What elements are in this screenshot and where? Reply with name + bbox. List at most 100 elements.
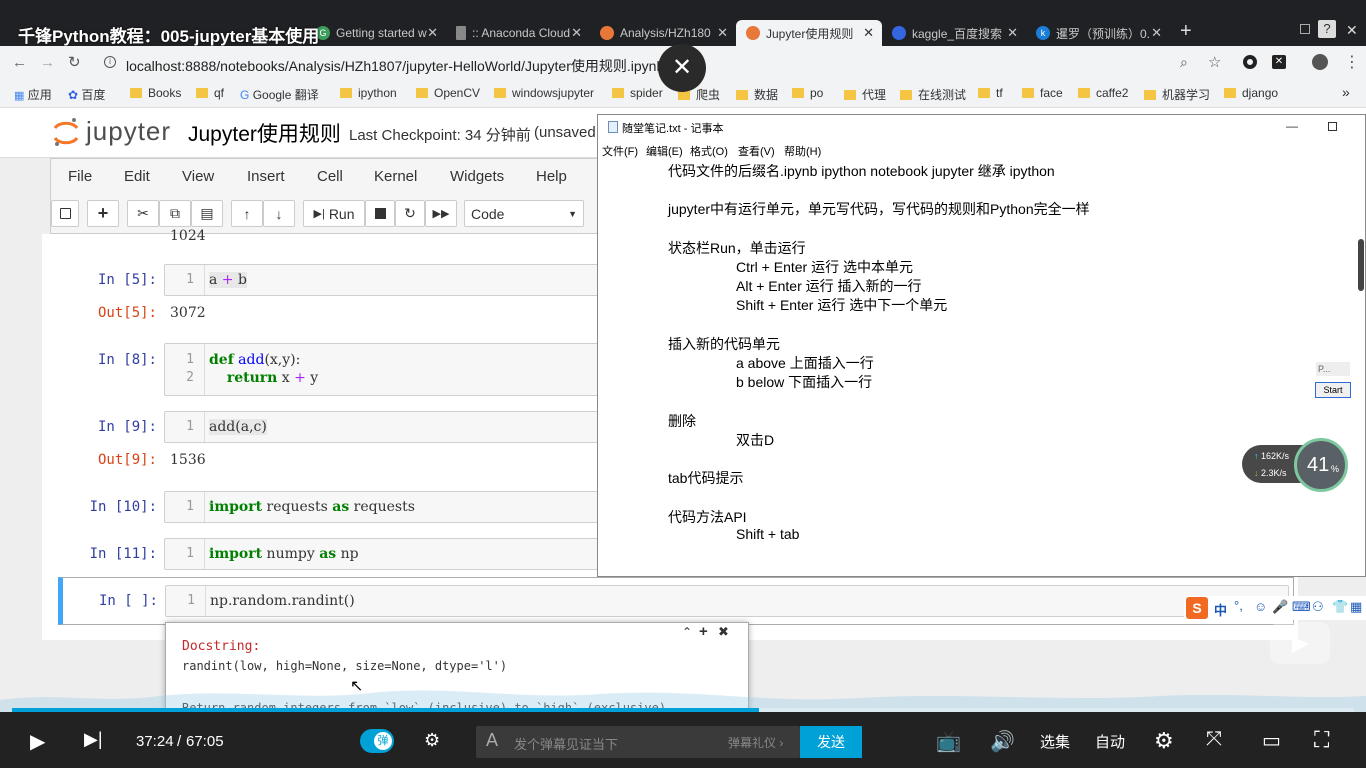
text-style-icon[interactable]: A xyxy=(486,730,498,751)
next-icon[interactable]: ▶| xyxy=(84,729,103,750)
danmaku-input[interactable]: A 发个弹幕见证当下 弹幕礼仪 › xyxy=(476,726,800,758)
user-icon[interactable]: ⚇ xyxy=(1312,599,1324,615)
extension-x-icon[interactable]: ✕ xyxy=(1272,55,1286,69)
toolbox-icon[interactable]: ▦ xyxy=(1350,599,1362,615)
insert-cell-button[interactable]: + xyxy=(87,200,119,227)
menu-file[interactable]: File xyxy=(68,168,92,185)
menu-insert[interactable]: Insert xyxy=(247,168,285,185)
close-overlay-button[interactable]: ✕ xyxy=(658,44,706,92)
save-button[interactable] xyxy=(51,200,79,227)
tab-kaggle-siamese[interactable]: k 暹罗（预训练）0. ✕ xyxy=(1026,20,1170,46)
minimize-icon[interactable]: — xyxy=(1286,119,1298,133)
play-overlay-button[interactable]: ▶ xyxy=(1270,622,1330,664)
bookmark-proxy[interactable]: 代理 xyxy=(844,86,886,103)
widescreen-icon[interactable]: ▭ xyxy=(1262,728,1281,753)
menu-cell[interactable]: Cell xyxy=(317,168,343,185)
play-icon[interactable]: ▶ xyxy=(30,729,45,754)
scrollbar-thumb[interactable] xyxy=(1358,239,1364,291)
reload-icon[interactable]: ↻ xyxy=(68,53,81,71)
profile-avatar-icon[interactable] xyxy=(1312,54,1328,70)
menu-kernel[interactable]: Kernel xyxy=(374,168,417,185)
restore-icon[interactable] xyxy=(1300,24,1310,34)
pip-off-icon[interactable]: ⤧ xyxy=(1206,728,1222,751)
sogou-logo-icon[interactable]: S xyxy=(1186,597,1208,619)
close-icon[interactable]: ✕ xyxy=(863,25,874,41)
bookmark-qf[interactable]: qf xyxy=(196,86,224,100)
punctuation-icon[interactable]: °, xyxy=(1234,598,1243,613)
memory-usage-ring[interactable]: 41 % xyxy=(1294,438,1348,492)
jupyter-logo-text[interactable]: jupyter xyxy=(86,116,171,147)
notepad-menu-edit[interactable]: 编辑(E) xyxy=(646,143,683,159)
menu-kebab-icon[interactable]: ⋮ xyxy=(1344,52,1360,72)
move-down-button[interactable]: ↓ xyxy=(263,200,295,227)
maximize-icon[interactable] xyxy=(1328,122,1337,131)
microphone-icon[interactable]: 🎤 xyxy=(1272,599,1288,615)
bookmark-caffe2[interactable]: caffe2 xyxy=(1078,86,1128,100)
bookmark-online-test[interactable]: 在线测试 xyxy=(900,86,966,103)
bookmark-star-icon[interactable]: ☆ xyxy=(1208,53,1221,71)
bookmark-tf[interactable]: tf xyxy=(978,86,1003,100)
menu-view[interactable]: View xyxy=(182,168,214,185)
close-icon[interactable]: ✕ xyxy=(571,25,582,41)
bookmark-django[interactable]: django xyxy=(1224,86,1278,100)
emoji-icon[interactable]: ☺ xyxy=(1254,599,1267,614)
tab-getting-started[interactable]: G Getting started w ✕ xyxy=(306,20,446,46)
auto-button[interactable]: 自动 xyxy=(1095,731,1125,752)
plus-icon[interactable]: + xyxy=(699,623,708,640)
bookmarks-overflow[interactable]: » xyxy=(1342,84,1350,100)
keyboard-icon[interactable]: ⌨ xyxy=(1292,599,1311,615)
menu-help[interactable]: Help xyxy=(536,168,567,185)
bookmark-po[interactable]: po xyxy=(792,86,823,100)
tab-anaconda[interactable]: :: Anaconda Cloud ✕ xyxy=(446,20,590,46)
tab-kaggle[interactable]: kaggle_百度搜索 ✕ xyxy=(882,20,1026,46)
restart-button[interactable]: ↻ xyxy=(395,200,425,227)
close-icon[interactable]: ✖ xyxy=(718,624,729,640)
episodes-button[interactable]: 选集 xyxy=(1040,731,1070,752)
bookmark-opencv[interactable]: OpenCV xyxy=(416,86,480,100)
skin-icon[interactable]: 👕 xyxy=(1332,599,1348,615)
cell-type-select[interactable]: Code ▼ xyxy=(464,200,584,227)
close-icon[interactable]: ✕ xyxy=(427,25,438,41)
bookmark-face[interactable]: face xyxy=(1022,86,1063,100)
notepad-menu-help[interactable]: 帮助(H) xyxy=(784,143,821,159)
volume-icon[interactable]: 🔊 xyxy=(990,729,1015,754)
bookmark-google-translate[interactable]: G Google 翻译 xyxy=(240,86,319,103)
notepad-menu-view[interactable]: 查看(V) xyxy=(738,143,775,159)
cut-button[interactable]: ✂ xyxy=(127,200,159,227)
close-icon[interactable]: ✕ xyxy=(1151,25,1162,41)
bookmark-baidu[interactable]: ✿ 百度 xyxy=(68,86,105,103)
notebook-name[interactable]: Jupyter使用规则 xyxy=(188,118,341,148)
ime-mode[interactable]: 中 xyxy=(1214,600,1227,619)
bilibili-tv-icon[interactable]: 📺 xyxy=(936,729,961,754)
tab-analysis[interactable]: Analysis/HZh180 ✕ xyxy=(590,20,736,46)
bookmark-apps[interactable]: ▦ 应用 xyxy=(14,86,52,103)
info-icon[interactable]: i xyxy=(104,56,116,68)
help-icon[interactable]: ? xyxy=(1318,20,1336,38)
close-icon[interactable]: ✕ xyxy=(717,25,728,41)
danmaku-etiquette-link[interactable]: 弹幕礼仪 › xyxy=(728,734,783,751)
start-button[interactable]: Start xyxy=(1315,382,1351,398)
bookmark-spider[interactable]: spider xyxy=(612,86,663,100)
selected-cell[interactable]: In [ ]: 1 np.random.randint() xyxy=(58,577,1294,625)
run-button[interactable]: ▶| Run xyxy=(303,200,365,227)
danmaku-settings-icon[interactable]: ⚙ xyxy=(424,730,440,751)
close-window-icon[interactable]: ✕ xyxy=(1346,22,1358,39)
code-line[interactable]: np.random.randint() xyxy=(210,593,355,609)
move-up-button[interactable]: ↑ xyxy=(231,200,263,227)
forward-icon[interactable]: → xyxy=(40,54,55,71)
zoom-icon[interactable]: ⌕ xyxy=(1180,54,1188,71)
notepad-text-area[interactable]: 代码文件的后缀名.ipynb ipython notebook jupyter … xyxy=(598,159,1365,576)
notepad-menu-file[interactable]: 文件(F) xyxy=(602,143,638,159)
new-tab-button[interactable]: + xyxy=(1180,20,1192,43)
restart-run-all-button[interactable]: ▶▶ xyxy=(425,200,457,227)
notepad-menu-format[interactable]: 格式(O) xyxy=(690,143,728,159)
bookmark-machine-learning[interactable]: 机器学习 xyxy=(1144,86,1210,103)
send-button[interactable]: 发送 xyxy=(800,726,862,758)
extension-icon[interactable] xyxy=(1243,55,1257,69)
danmaku-toggle[interactable]: 弹 xyxy=(360,729,394,753)
interrupt-button[interactable] xyxy=(365,200,395,227)
settings-gear-icon[interactable]: ⚙ xyxy=(1154,728,1174,754)
bookmark-ipython[interactable]: ipython xyxy=(340,86,397,100)
tab-jupyter-rules[interactable]: Jupyter使用规则 ✕ xyxy=(736,20,882,46)
copy-button[interactable]: ⧉ xyxy=(159,200,191,227)
